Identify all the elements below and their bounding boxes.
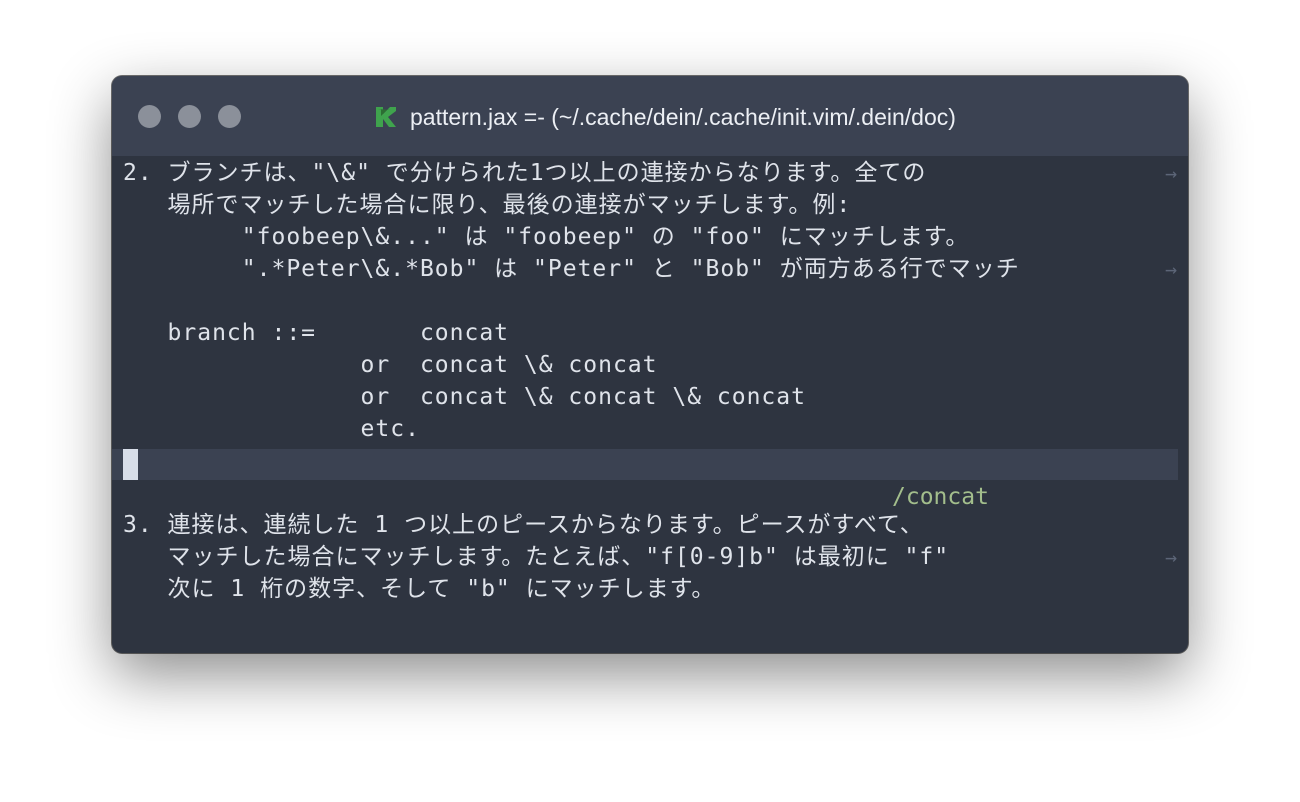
text-line: "foobeep\&..." は "foobeep" の "foo" にマッチし… (123, 224, 970, 250)
window-title: pattern.jax =- (~/.cache/dein/.cache/ini… (374, 102, 956, 132)
text-cursor (123, 449, 138, 480)
text-line: ".*Peter\&.*Bob" は "Peter" と "Bob" が両方ある… (123, 256, 1020, 282)
text-line: 次に 1 桁の数字、そして "b" にマッチします。 (123, 576, 716, 602)
terminal-window: pattern.jax =- (~/.cache/dein/.cache/ini… (112, 76, 1188, 653)
wrap-arrow-icon: → (1165, 545, 1178, 569)
close-button[interactable] (138, 105, 161, 128)
vim-icon (376, 107, 396, 127)
wrap-arrow-icon: → (1165, 257, 1178, 281)
text-line: 場所でマッチした場合に限り、最後の連接がマッチします。例: (123, 192, 852, 218)
minimize-button[interactable] (178, 105, 201, 128)
text-line: or concat \& concat (123, 352, 658, 378)
text-line: マッチした場合にマッチします。たとえば、"f[0-9]b" は最初に "f" (123, 544, 950, 570)
text-line: etc. (123, 416, 420, 442)
text-line: branch ::= concat (123, 320, 510, 346)
zoom-button[interactable] (218, 105, 241, 128)
text-line: 3. 連接は、連続した 1 つ以上のピースからなります。ピースがすべて、 (123, 512, 924, 538)
editor-area[interactable]: 2. ブランチは、"\&" で分けられた1つ以上の連接からなります。全ての → … (112, 156, 1188, 653)
cursor-line (112, 449, 1178, 480)
title-bar[interactable]: pattern.jax =- (~/.cache/dein/.cache/ini… (112, 76, 1188, 156)
window-title-text: pattern.jax =- (~/.cache/dein/.cache/ini… (410, 103, 956, 130)
text-line: 2. ブランチは、"\&" で分けられた1つ以上の連接からなります。全ての (123, 160, 927, 186)
text-line: or concat \& concat \& concat (123, 384, 806, 410)
wrap-arrow-icon: → (1165, 161, 1178, 185)
